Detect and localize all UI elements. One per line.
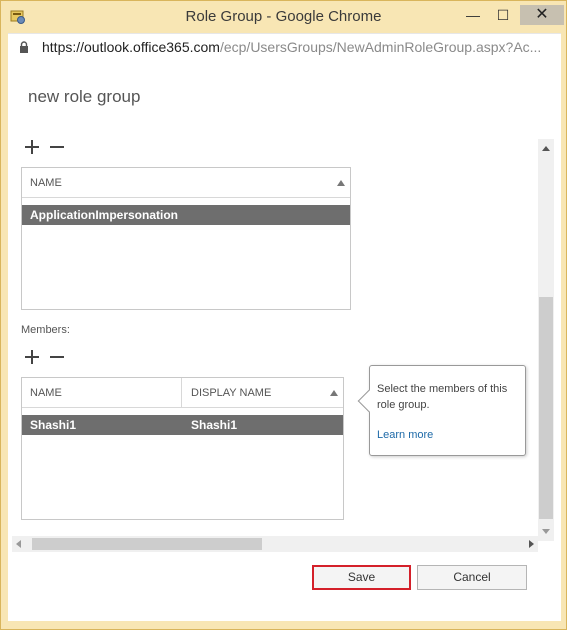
minimize-button[interactable]: — bbox=[459, 5, 487, 25]
remove-role-icon[interactable] bbox=[50, 140, 64, 154]
title-bar: Role Group - Google Chrome — ☐ ✕ bbox=[1, 1, 566, 33]
url-text[interactable]: https://outlook.office365.com/ecp/UsersG… bbox=[42, 39, 554, 55]
address-bar[interactable]: https://outlook.office365.com/ecp/UsersG… bbox=[8, 33, 561, 59]
vertical-scrollbar[interactable] bbox=[538, 139, 554, 541]
sort-ascending-icon[interactable] bbox=[337, 180, 345, 186]
dialog-content: new role group NAME ApplicationImpersona… bbox=[8, 59, 561, 621]
members-label: Members: bbox=[21, 324, 70, 336]
horizontal-scrollbar[interactable] bbox=[12, 536, 538, 552]
maximize-button[interactable]: ☐ bbox=[489, 5, 517, 25]
help-callout: Select the members of this role group. L… bbox=[357, 365, 526, 456]
table-row[interactable]: ApplicationImpersonation bbox=[22, 205, 350, 225]
scroll-up-icon[interactable] bbox=[542, 146, 550, 151]
role-name-cell: ApplicationImpersonation bbox=[30, 208, 179, 222]
cancel-button[interactable]: Cancel bbox=[417, 565, 527, 590]
url-host: https://outlook.office365.com bbox=[42, 39, 220, 55]
sort-ascending-icon[interactable] bbox=[330, 390, 338, 396]
close-button[interactable]: ✕ bbox=[520, 5, 564, 25]
vertical-scroll-thumb[interactable] bbox=[539, 297, 553, 519]
learn-more-link[interactable]: Learn more bbox=[377, 429, 433, 441]
roles-grid-header: NAME bbox=[22, 168, 350, 198]
scroll-left-icon[interactable] bbox=[16, 540, 21, 548]
add-member-icon[interactable] bbox=[25, 350, 39, 364]
url-path: /ecp/UsersGroups/NewAdminRoleGroup.aspx?… bbox=[219, 39, 542, 55]
members-grid: NAME DISPLAY NAME Shashi1 Shashi1 bbox=[21, 377, 344, 520]
remove-member-icon[interactable] bbox=[50, 350, 64, 364]
scroll-down-icon[interactable] bbox=[542, 529, 550, 534]
member-display-name-cell: Shashi1 bbox=[191, 418, 238, 432]
add-role-icon[interactable] bbox=[25, 140, 39, 154]
lock-icon bbox=[20, 41, 28, 53]
member-name-cell: Shashi1 bbox=[30, 418, 77, 432]
horizontal-scroll-thumb[interactable] bbox=[32, 538, 262, 550]
roles-grid: NAME ApplicationImpersonation bbox=[21, 167, 351, 310]
save-button[interactable]: Save bbox=[312, 565, 411, 590]
browser-window: Role Group - Google Chrome — ☐ ✕ https:/… bbox=[0, 0, 567, 630]
column-header-name[interactable]: NAME bbox=[22, 168, 350, 198]
scroll-pane: NAME ApplicationImpersonation Members: N… bbox=[8, 139, 538, 541]
page-title: new role group bbox=[28, 87, 141, 106]
scroll-right-icon[interactable] bbox=[529, 540, 534, 548]
column-header-name[interactable]: NAME bbox=[22, 378, 182, 408]
column-header-display-name[interactable]: DISPLAY NAME bbox=[183, 378, 343, 408]
callout-text: Select the members of this role group. bbox=[377, 383, 508, 411]
table-row[interactable]: Shashi1 Shashi1 bbox=[22, 415, 343, 435]
members-grid-header: NAME DISPLAY NAME bbox=[22, 378, 343, 408]
